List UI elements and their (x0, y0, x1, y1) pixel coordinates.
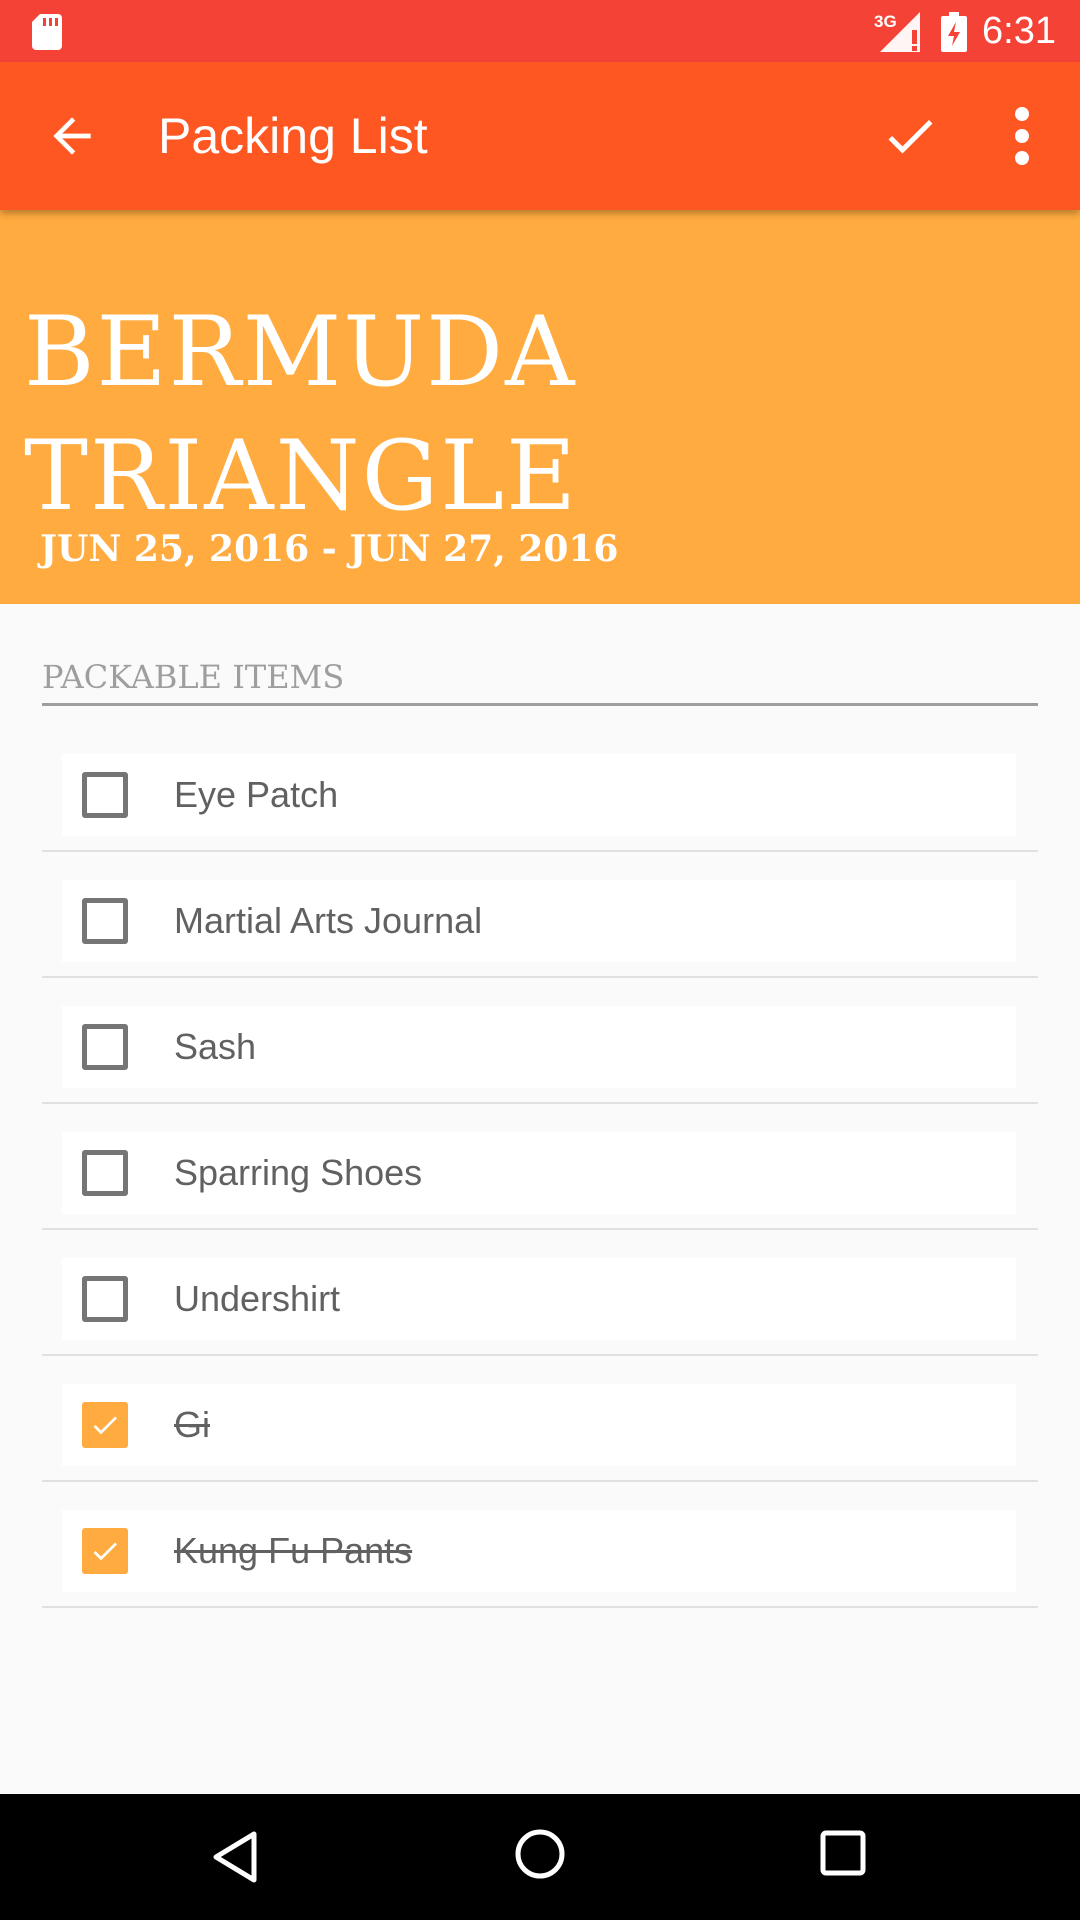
status-bar: 3G 6:31 (0, 0, 1080, 62)
list-item[interactable]: Undershirt (42, 1230, 1038, 1356)
trip-destination: Bermuda Triangle (24, 296, 579, 532)
trip-dates: Jun 25, 2016 - Jun 27, 2016 (40, 528, 619, 570)
sd-card-icon (32, 14, 62, 50)
checkbox-unchecked[interactable] (82, 772, 128, 818)
item-label: Sash (174, 1026, 257, 1067)
checkbox-unchecked[interactable] (82, 1024, 128, 1070)
checkmark-icon (93, 1542, 117, 1561)
item-label: Undershirt (174, 1278, 341, 1319)
section-title: Packable Items (42, 658, 1038, 706)
signal-icon (880, 12, 920, 52)
list-item[interactable]: Sash (42, 978, 1038, 1104)
list-item[interactable]: Sparring Shoes (42, 1104, 1038, 1230)
nav-back-icon[interactable] (210, 1830, 260, 1884)
item-label: Gi (174, 1404, 210, 1445)
item-label: Kung Fu Pants (174, 1530, 413, 1571)
checkmark-icon[interactable] (880, 106, 940, 166)
nav-home-icon[interactable] (514, 1828, 566, 1880)
checkmark-icon (93, 1416, 117, 1435)
list-item[interactable]: Kung Fu Pants (42, 1482, 1038, 1608)
app-bar: Packing List (0, 62, 1080, 210)
checkbox-checked[interactable] (82, 1402, 128, 1448)
more-vert-icon[interactable] (998, 106, 1046, 166)
navigation-bar (0, 1794, 1080, 1920)
status-time: 6:31 (982, 10, 1056, 52)
trip-header: Bermuda Triangle Jun 25, 2016 - Jun 27, … (0, 210, 1080, 604)
packing-list: Eye Patch Martial Arts Journal Sash Sparrin… (42, 726, 1038, 1608)
nav-recents-icon[interactable] (820, 1830, 866, 1876)
page-title: Packing List (158, 108, 428, 164)
item-label: Martial Arts Journal (174, 900, 483, 941)
battery-icon (941, 12, 967, 52)
list-item[interactable]: Martial Arts Journal (42, 852, 1038, 978)
item-label: Sparring Shoes (174, 1152, 423, 1193)
list-item[interactable]: Eye Patch (42, 726, 1038, 852)
item-label: Eye Patch (174, 774, 339, 815)
list-item[interactable]: Gi (42, 1356, 1038, 1482)
checkbox-unchecked[interactable] (82, 898, 128, 944)
checkbox-checked[interactable] (82, 1528, 128, 1574)
checkbox-unchecked[interactable] (82, 1150, 128, 1196)
back-arrow-icon[interactable] (44, 108, 100, 164)
checkbox-unchecked[interactable] (82, 1276, 128, 1322)
